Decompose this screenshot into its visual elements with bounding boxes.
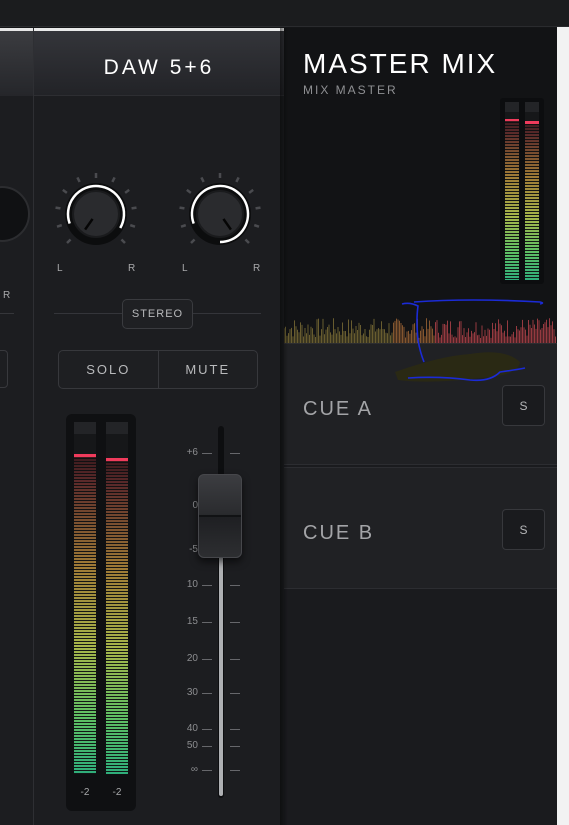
knob2-left-label: L xyxy=(182,263,188,274)
channel-level-meter: -2 -2 xyxy=(66,414,136,811)
pan-knob-left[interactable] xyxy=(50,168,142,260)
cue-row-a[interactable]: CUE A S xyxy=(284,343,557,465)
master-meter-cap-right xyxy=(525,102,539,112)
meter-peak-right xyxy=(106,458,128,461)
master-meter-right xyxy=(525,102,539,280)
stereo-button[interactable]: STEREO xyxy=(122,299,193,329)
cue-label: CUE A xyxy=(303,398,374,420)
divider-left xyxy=(54,313,122,314)
fader-scale-label: 40 xyxy=(186,723,198,734)
pan-knob-right[interactable] xyxy=(174,168,266,260)
strip-title: DAW 5+6 xyxy=(103,56,215,79)
fader-scale-label: 50 xyxy=(186,740,198,751)
fader-tick xyxy=(202,453,212,454)
fader-tick xyxy=(202,659,212,660)
master-meter-fill-left xyxy=(505,120,519,280)
fader-handle[interactable] xyxy=(198,474,242,558)
fader-tick xyxy=(202,622,212,623)
fader-tick xyxy=(230,659,240,660)
cue-label: CUE B xyxy=(303,522,375,544)
master-panel: MASTER MIX MIX MASTER CUE A S CUE B S xyxy=(284,28,557,825)
master-peak-left xyxy=(505,119,519,121)
fader-tick xyxy=(230,746,240,747)
fader-tick xyxy=(202,585,212,586)
fader-tick xyxy=(230,770,240,771)
cue-solo-button[interactable]: S xyxy=(502,385,545,426)
meter-fill-left xyxy=(74,456,96,774)
knob-graphic-2 xyxy=(179,173,261,245)
strip-header: DAW 5+6 xyxy=(34,28,284,96)
solo-button[interactable]: SOLO xyxy=(59,351,159,388)
channel-strip-daw: DAW 5+6 L R L R STEREO SOLO MUTE -2 -2 +… xyxy=(34,28,284,825)
knob-graphic-1 xyxy=(55,173,137,245)
knob1-right-label: R xyxy=(128,263,136,274)
channel-strip-partial: R xyxy=(0,28,34,825)
fader-scale-label: -5 xyxy=(189,544,198,555)
fader-tick xyxy=(202,770,212,771)
fader-scale-label: 30 xyxy=(186,687,198,698)
fader-scale-label: +6 xyxy=(186,447,198,458)
meter-value-left: -2 xyxy=(80,787,90,798)
master-meter-cap-left xyxy=(505,102,519,112)
pan-right-label: R xyxy=(3,290,11,301)
fader-tick xyxy=(230,622,240,623)
meter-cap-right xyxy=(106,422,128,434)
solo-mute-group: SOLO MUTE xyxy=(58,350,258,389)
fader-tick xyxy=(202,693,212,694)
master-peak-right xyxy=(525,121,539,124)
meter-cap-left xyxy=(74,422,96,434)
mute-button[interactable]: MUTE xyxy=(159,351,258,388)
meter-peak-left xyxy=(74,454,96,457)
divider-right xyxy=(193,313,261,314)
cue-solo-button[interactable]: S xyxy=(502,509,545,550)
knob2-right-label: R xyxy=(253,263,261,274)
meter-bar-left xyxy=(74,422,96,774)
fader-tick xyxy=(202,746,212,747)
fader-scale-label: 0 xyxy=(192,500,198,511)
meter-value-right: -2 xyxy=(112,787,122,798)
fader-scale-label: 15 xyxy=(186,616,198,627)
cue-row-b[interactable]: CUE B S xyxy=(284,467,557,589)
top-bar xyxy=(0,0,569,27)
fader-scale-label: 10 xyxy=(186,579,198,590)
fader-handle-line xyxy=(199,515,241,517)
fader-tick xyxy=(230,585,240,586)
panel-shadow xyxy=(280,28,288,825)
strip-header-partial xyxy=(0,28,34,96)
pan-knob-partial[interactable] xyxy=(0,186,30,242)
fader-scale-label: ∞ xyxy=(190,764,198,775)
master-meter-left xyxy=(505,102,519,280)
meter-bar-right xyxy=(106,422,128,774)
fader-level xyxy=(219,554,223,796)
divider xyxy=(0,313,14,314)
stereo-label: STEREO xyxy=(131,308,184,320)
master-level-meter xyxy=(500,98,544,284)
waveform-display xyxy=(284,318,556,344)
fader-tick xyxy=(230,693,240,694)
knob1-left-label: L xyxy=(57,263,63,274)
mute-button-partial[interactable] xyxy=(0,350,8,388)
meter-fill-right xyxy=(106,460,128,774)
master-meter-fill-right xyxy=(525,122,539,280)
fader-tick xyxy=(230,453,240,454)
master-subtitle: MIX MASTER xyxy=(303,83,398,97)
fader-tick xyxy=(230,729,240,730)
fader-tick xyxy=(202,729,212,730)
window-edge xyxy=(557,27,569,825)
master-title: MASTER MIX xyxy=(303,48,498,79)
fader-scale-label: 20 xyxy=(186,653,198,664)
